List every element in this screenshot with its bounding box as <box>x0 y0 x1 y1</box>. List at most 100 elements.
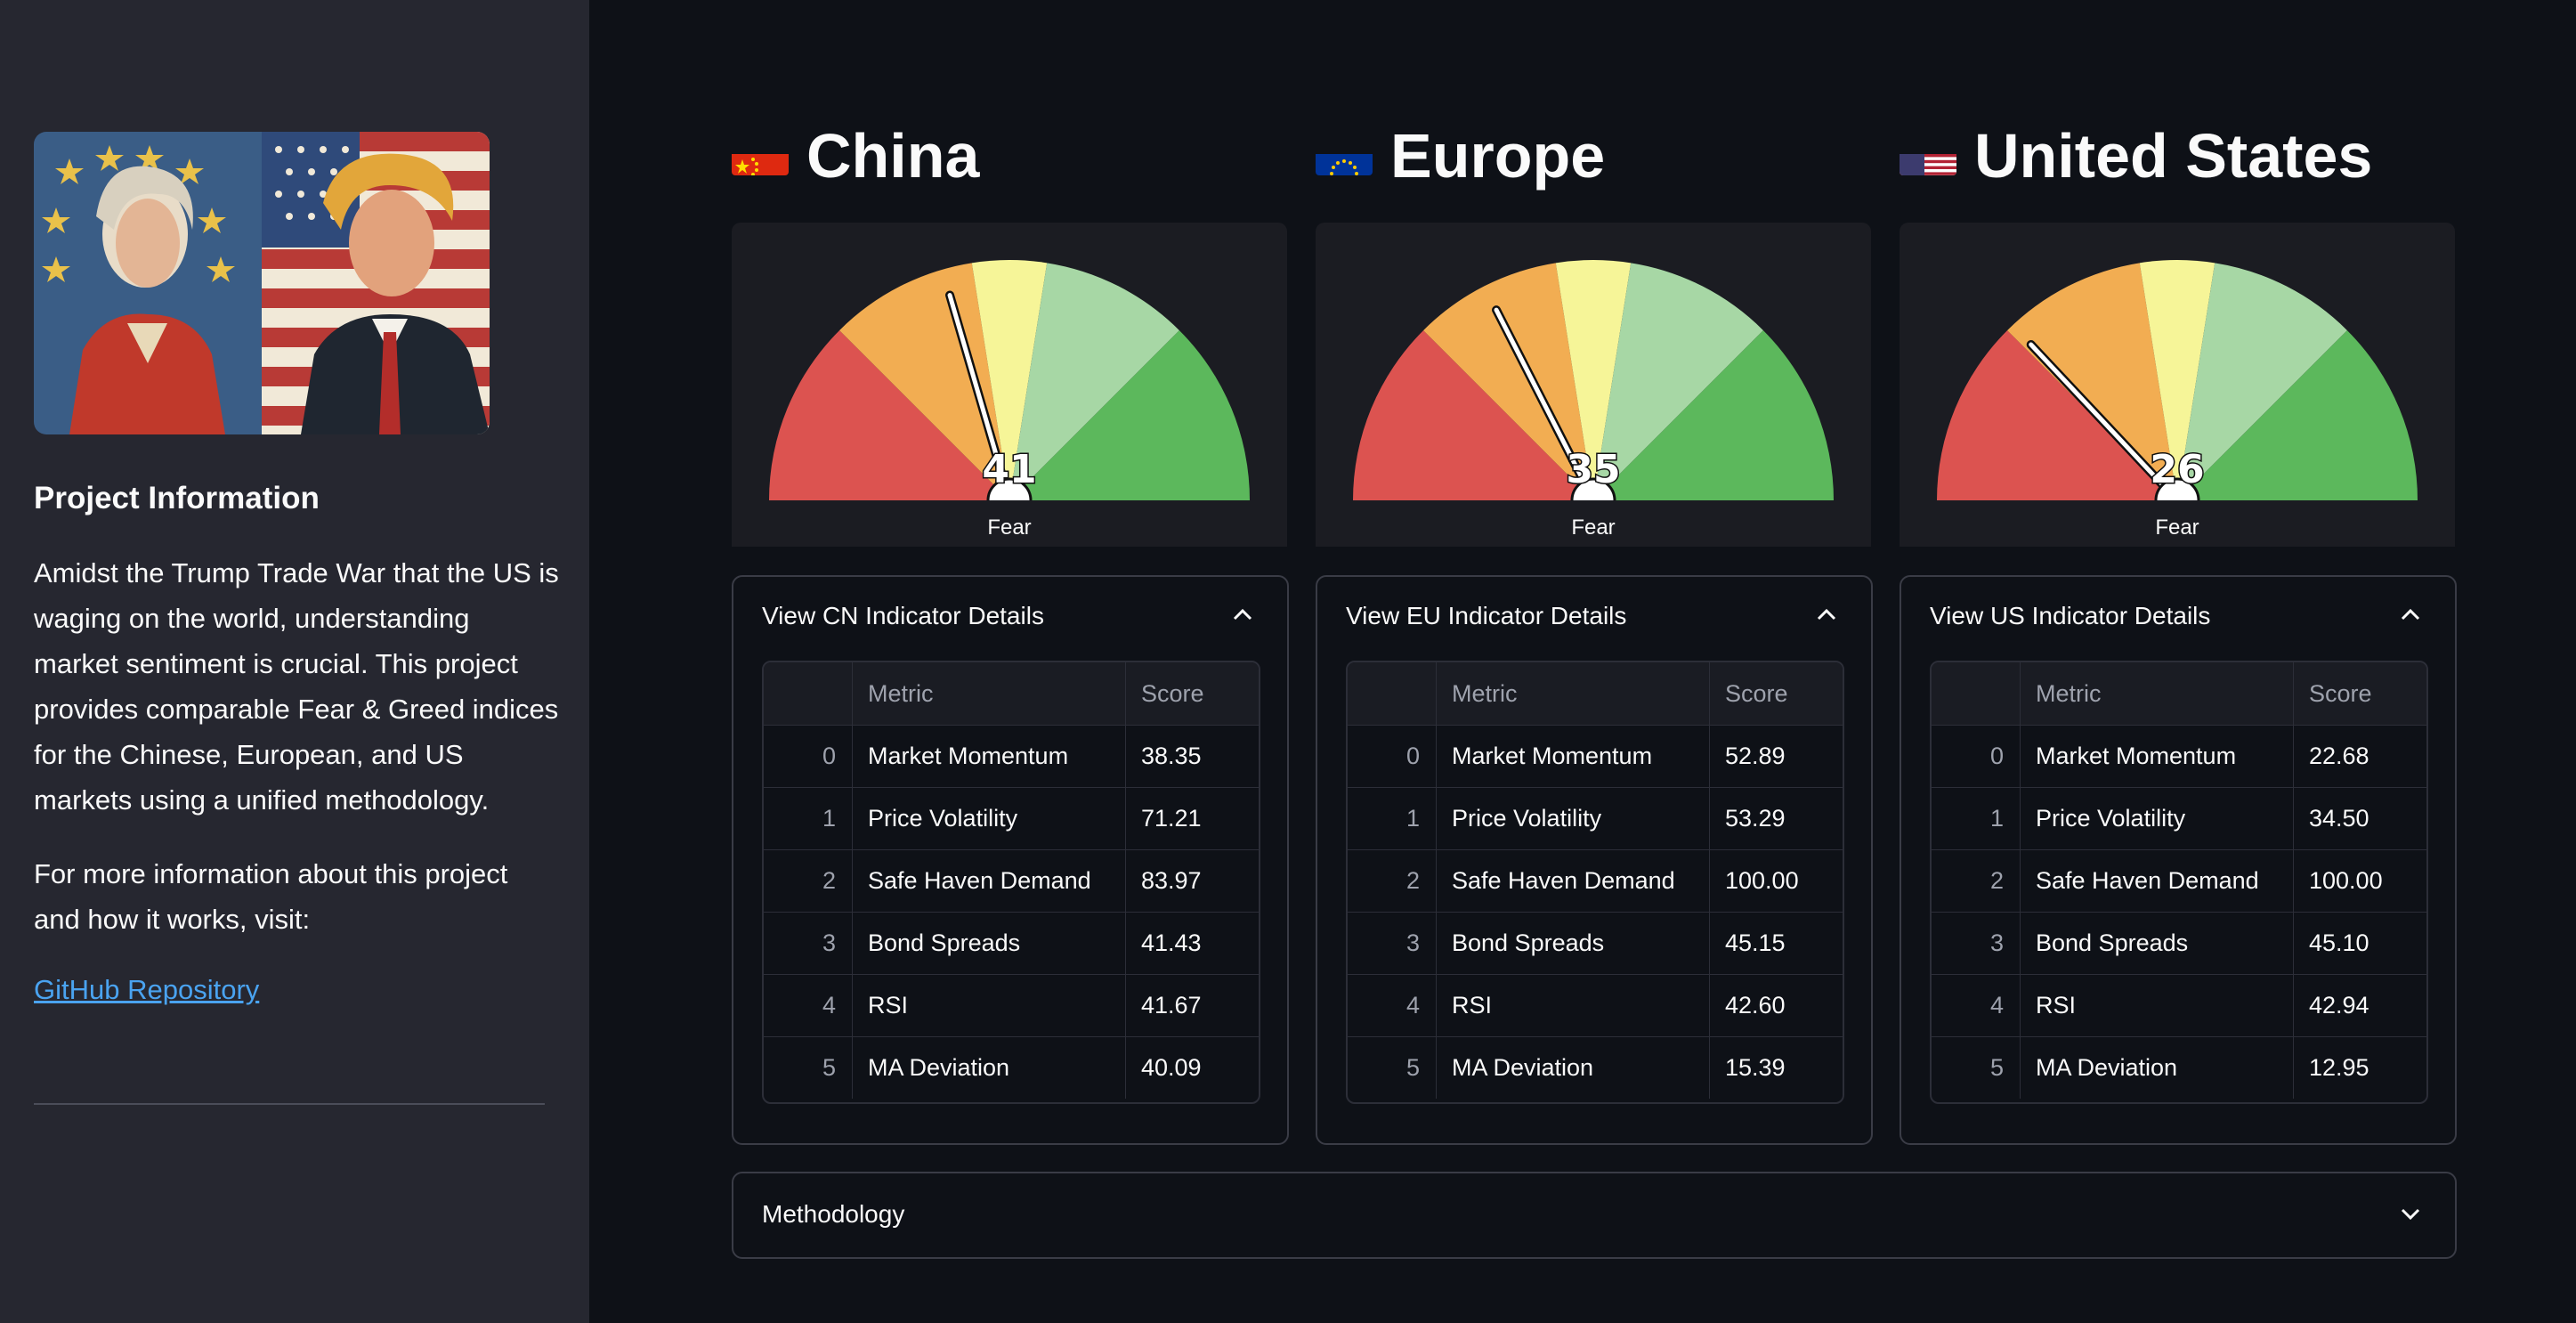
table-row: 0 Market Momentum 38.35 <box>764 725 1259 788</box>
chevron-up-icon[interactable] <box>2400 607 2421 621</box>
column-header-score: Score <box>2309 679 2372 707</box>
score-cell: 83.97 <box>1141 866 1202 894</box>
indicator-table: Metric Score 0 Market Momentum 22.68 1 Price V… <box>1930 661 2428 1104</box>
sentiment-gauge: 35 Fear <box>1316 223 1871 547</box>
row-index: 5 <box>1348 1036 1437 1099</box>
column-header-metric: Metric <box>1438 662 1710 725</box>
row-index: 3 <box>1932 912 2021 974</box>
table-row: 5 MA Deviation 12.95 <box>1932 1036 2426 1099</box>
table-row: 2 Safe Haven Demand 100.00 <box>1932 849 2426 913</box>
score-cell: 41.43 <box>1141 929 1202 956</box>
row-index: 0 <box>1932 725 2021 787</box>
metric-cell: Safe Haven Demand <box>854 849 1126 912</box>
column-header-score: Score <box>1141 679 1204 707</box>
score-cell: 45.15 <box>1725 929 1786 956</box>
row-index: 4 <box>1932 974 2021 1036</box>
table-row: 2 Safe Haven Demand 83.97 <box>764 849 1259 913</box>
column-header-index <box>764 662 853 725</box>
table-row: 1 Price Volatility 34.50 <box>1932 787 2426 850</box>
metric-cell: RSI <box>2021 974 2294 1036</box>
metric-cell: Market Momentum <box>1438 725 1710 787</box>
row-index: 1 <box>1348 787 1437 849</box>
indicator-details-toggle[interactable]: View US Indicator Details <box>1930 602 2210 630</box>
metric-cell: Price Volatility <box>1438 787 1710 849</box>
score-cell: 71.21 <box>1141 804 1202 832</box>
project-info-title: Project Information <box>34 481 320 515</box>
table-row: 4 RSI 42.94 <box>1932 974 2426 1037</box>
score-cell: 42.60 <box>1725 991 1786 1019</box>
indicator-details-expander: View CN Indicator Details Metric Score 0 Ma… <box>732 575 1289 1145</box>
gauge-label: Fear <box>987 515 1031 540</box>
methodology-label: Methodology <box>762 1200 905 1228</box>
gauge-label: Fear <box>1571 515 1615 540</box>
indicator-details-expander: View EU Indicator Details Metric Score 0 Ma… <box>1316 575 1873 1145</box>
metric-cell: Bond Spreads <box>854 912 1126 974</box>
chevron-up-icon[interactable] <box>1816 607 1837 621</box>
metric-cell: MA Deviation <box>1438 1036 1710 1099</box>
metric-cell: MA Deviation <box>2021 1036 2294 1099</box>
table-row: 4 RSI 42.60 <box>1348 974 1843 1037</box>
row-index: 4 <box>764 974 853 1036</box>
score-cell: 41.67 <box>1141 991 1202 1019</box>
score-cell: 12.95 <box>2309 1053 2369 1081</box>
market-name: United States <box>1974 121 2373 191</box>
score-cell: 40.09 <box>1141 1053 1202 1081</box>
table-header-row: Metric Score <box>1932 662 2426 726</box>
score-cell: 15.39 <box>1725 1053 1786 1081</box>
indicator-table: Metric Score 0 Market Momentum 52.89 1 Price V… <box>1346 661 1844 1104</box>
metric-cell: MA Deviation <box>854 1036 1126 1099</box>
score-cell: 34.50 <box>2309 804 2369 832</box>
indicator-details-expander: View US Indicator Details Metric Score 0 Ma… <box>1900 575 2457 1145</box>
github-repository-link[interactable]: GitHub Repository <box>34 974 259 1006</box>
table-row: 5 MA Deviation 40.09 <box>764 1036 1259 1099</box>
table-header-row: Metric Score <box>1348 662 1843 726</box>
table-row: 3 Bond Spreads 45.10 <box>1932 912 2426 975</box>
row-index: 3 <box>764 912 853 974</box>
chevron-up-icon[interactable] <box>1232 607 1253 621</box>
metric-cell: Price Volatility <box>854 787 1126 849</box>
chevron-down-icon[interactable] <box>2400 1207 2421 1222</box>
gauge-label: Fear <box>2155 515 2199 540</box>
table-row: 2 Safe Haven Demand 100.00 <box>1348 849 1843 913</box>
indicator-details-toggle[interactable]: View CN Indicator Details <box>762 602 1044 630</box>
metric-cell: Market Momentum <box>854 725 1126 787</box>
indicator-table: Metric Score 0 Market Momentum 38.35 1 Price V… <box>762 661 1260 1104</box>
row-index: 5 <box>1932 1036 2021 1099</box>
more-info-text: For more information about this project … <box>34 858 508 935</box>
market-name: China <box>806 121 980 191</box>
row-index: 2 <box>1932 849 2021 912</box>
eu-flag-icon <box>1316 136 1373 175</box>
row-index: 1 <box>764 787 853 849</box>
sentiment-gauge: 26 Fear <box>1900 223 2455 547</box>
gauge-value: 26 <box>2150 447 2204 492</box>
market-name: Europe <box>1390 121 1606 191</box>
indicator-details-toggle[interactable]: View EU Indicator Details <box>1346 602 1626 630</box>
metric-cell: RSI <box>1438 974 1710 1036</box>
score-cell: 53.29 <box>1725 804 1786 832</box>
score-cell: 22.68 <box>2309 742 2369 769</box>
column-header-index <box>1348 662 1437 725</box>
score-cell: 42.94 <box>2309 991 2369 1019</box>
score-cell: 45.10 <box>2309 929 2369 956</box>
metric-cell: Price Volatility <box>2021 787 2294 849</box>
sidebar-divider <box>34 1103 545 1105</box>
gauge-value: 35 <box>1566 447 1620 492</box>
score-cell: 52.89 <box>1725 742 1786 769</box>
table-row: 3 Bond Spreads 45.15 <box>1348 912 1843 975</box>
metric-cell: Safe Haven Demand <box>1438 849 1710 912</box>
score-cell: 100.00 <box>1725 866 1799 894</box>
row-index: 4 <box>1348 974 1437 1036</box>
us-flag-icon <box>1900 136 1956 175</box>
table-row: 3 Bond Spreads 41.43 <box>764 912 1259 975</box>
table-row: 5 MA Deviation 15.39 <box>1348 1036 1843 1099</box>
sentiment-gauge: 41 Fear <box>732 223 1287 547</box>
methodology-expander[interactable]: Methodology <box>732 1172 2457 1259</box>
market-title: United States <box>1900 118 2372 194</box>
table-row: 1 Price Volatility 71.21 <box>764 787 1259 850</box>
table-header-row: Metric Score <box>764 662 1259 726</box>
market-title: Europe <box>1316 118 1605 194</box>
column-header-metric: Metric <box>854 662 1126 725</box>
market-title: China <box>732 118 979 194</box>
table-row: 1 Price Volatility 53.29 <box>1348 787 1843 850</box>
row-index: 3 <box>1348 912 1437 974</box>
